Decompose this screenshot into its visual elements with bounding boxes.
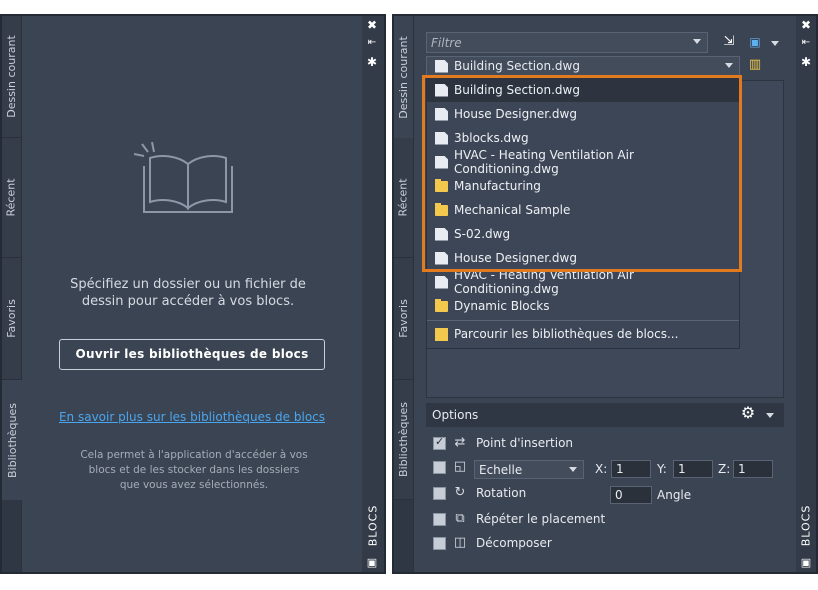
scale-select[interactable]: Echelle (474, 460, 584, 479)
file-icon (435, 275, 448, 289)
scale-icon: ◱ (453, 459, 467, 474)
library-select[interactable]: Building Section.dwg (426, 56, 740, 76)
dropdown-item[interactable]: Dynamic Blocks (427, 294, 739, 318)
insertion-point-row: ⇄ Point d'insertion (433, 435, 574, 450)
chevron-down-icon[interactable] (725, 63, 733, 68)
rotation-row: ↻ Rotation (433, 486, 526, 500)
explode-icon: ◫ (453, 535, 467, 550)
left-palette-title: BLOCS (362, 504, 384, 546)
view-mode-icon[interactable]: ▣ (746, 35, 764, 49)
explode-row: ◫ Décomposer (433, 536, 552, 550)
angle-field[interactable]: 0 (610, 486, 652, 504)
options-header: Options (426, 403, 784, 427)
repeat-checkbox[interactable] (433, 512, 446, 526)
browse-library-icon (435, 327, 448, 341)
file-icon (435, 59, 448, 73)
tab-label: Bibliothèques (397, 402, 410, 477)
tab-label: Récent (5, 178, 18, 217)
dropdown-item-label: Dynamic Blocks (454, 299, 550, 313)
palette-title-text: BLOCS (799, 504, 813, 546)
options-title: Options (432, 408, 479, 422)
right-palette-title: BLOCS (796, 504, 816, 546)
chevron-down-icon[interactable] (693, 39, 701, 44)
scale-checkbox[interactable] (433, 460, 446, 474)
browse-libraries-item[interactable]: Parcourir les bibliothèques de blocs... (427, 320, 739, 347)
rotation-label: Rotation (476, 486, 527, 500)
x-field[interactable]: 1 (611, 460, 651, 478)
pin-icon[interactable]: ⇤ (798, 36, 814, 50)
highlight-frame (422, 75, 742, 272)
settings-icon[interactable]: ✱ (364, 55, 380, 69)
tab-label: Dessin courant (397, 35, 410, 119)
library-select-value: Building Section.dwg (454, 59, 580, 73)
scale-select-value: Echelle (479, 462, 523, 477)
right-tab-spacer (394, 500, 414, 572)
gear-icon[interactable]: ⚙ (738, 405, 758, 421)
left-tab-bibliotheques[interactable]: Bibliothèques (2, 380, 22, 500)
learn-more-link[interactable]: En savoir plus sur les bibliothèques de … (46, 410, 338, 424)
insertion-point-label: Point d'insertion (476, 436, 574, 450)
open-libraries-button[interactable]: Ouvrir les bibliothèques de blocs (59, 339, 325, 370)
palette-title-text: BLOCS (366, 504, 380, 546)
repeat-icon: ⧉ (455, 511, 465, 526)
settings-icon[interactable]: ✱ (798, 55, 814, 69)
filter-options-icon[interactable]: ⇲ (720, 35, 738, 49)
right-tab-dessin-courant[interactable]: Dessin courant (394, 16, 414, 138)
insertion-point-icon: ⇄ (454, 435, 466, 450)
browse-libraries-label: Parcourir les bibliothèques de blocs... (454, 327, 679, 341)
palette-properties-icon[interactable]: ▣ (364, 556, 380, 570)
left-title-strip (362, 16, 384, 572)
dropdown-item[interactable]: HVAC - Heating Ventilation Air Condition… (427, 268, 739, 296)
z-field[interactable]: 1 (733, 460, 773, 478)
tab-label: Récent (397, 178, 410, 217)
explode-checkbox[interactable] (433, 536, 446, 550)
close-icon[interactable]: ✖ (798, 18, 814, 32)
x-label: X: (595, 462, 608, 476)
explode-label: Décomposer (476, 536, 552, 550)
left-tab-spacer (2, 500, 22, 572)
pin-icon[interactable]: ⇤ (364, 36, 380, 50)
repeat-label: Répéter le placement (476, 512, 606, 526)
filter-placeholder: Filtre (431, 35, 462, 50)
rotation-checkbox[interactable] (433, 486, 446, 500)
tab-label: Bibliothèques (5, 402, 19, 478)
rotation-icon: ↻ (454, 485, 466, 500)
browse-library-icon[interactable]: ▥ (746, 58, 764, 72)
left-tab-dessin-courant[interactable]: Dessin courant (2, 16, 22, 138)
chevron-down-icon (569, 467, 577, 472)
folder-icon (435, 298, 448, 312)
left-tab-recent[interactable]: Récent (2, 138, 22, 258)
chevron-down-icon[interactable] (771, 41, 779, 46)
tab-label: Favoris (397, 299, 411, 338)
dropdown-item-label: HVAC - Heating Ventilation Air Condition… (454, 268, 634, 296)
left-tab-favoris[interactable]: Favoris (2, 258, 22, 380)
right-tab-recent[interactable]: Récent (394, 138, 414, 258)
y-field[interactable]: 1 (673, 460, 713, 478)
right-tab-bibliotheques[interactable]: Bibliothèques (394, 380, 414, 500)
right-title-strip (796, 16, 816, 572)
left-message: Spécifiez un dossier ou un fichier de de… (70, 277, 306, 309)
right-tab-favoris[interactable]: Favoris (394, 258, 414, 380)
left-description: Cela permet à l'application d'accéder à … (80, 449, 308, 491)
close-icon[interactable]: ✖ (364, 18, 380, 32)
scale-row: ◱ (433, 460, 476, 474)
palette-properties-icon[interactable]: ▣ (798, 556, 814, 570)
angle-label: Angle (657, 488, 692, 502)
repeat-row: ⧉ Répéter le placement (433, 512, 605, 526)
insertion-point-checkbox[interactable] (433, 435, 446, 450)
tab-label: Dessin courant (5, 35, 18, 118)
y-label: Y: (657, 462, 667, 476)
book-icon (133, 141, 242, 218)
filter-input[interactable]: Filtre (426, 32, 708, 53)
tab-label: Favoris (5, 299, 19, 338)
z-label: Z: (718, 462, 731, 476)
chevron-down-icon[interactable] (766, 413, 774, 418)
